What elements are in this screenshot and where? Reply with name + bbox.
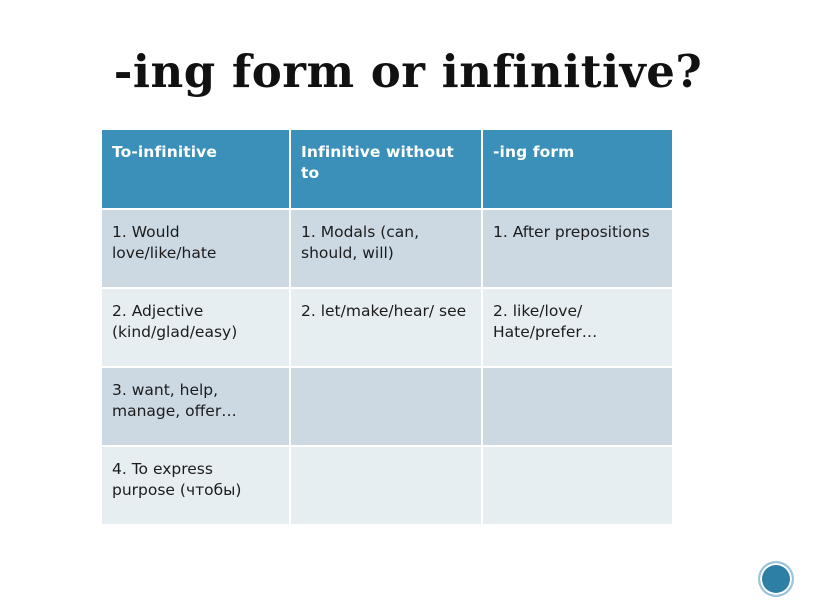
table-cell: 2. Adjective (kind/glad/easy) [102,289,291,368]
circle-button-inner [764,567,788,591]
table-row: 1. Would love/like/hate 1. Modals (can, … [102,210,672,289]
cell-text: 2. Adjective (kind/glad/easy) [112,302,238,341]
table-cell: 2. let/make/hear/ see [291,289,483,368]
cell-text: 4. To express purpose (чтобы) [112,460,242,499]
circle-button[interactable] [758,561,794,597]
table-header: To-infinitive Infinitive without to -ing… [102,130,672,210]
table-cell-empty [291,447,483,524]
cell-text: 2. let/make/hear/ see [301,302,467,320]
cell-text: 3. want, help, manage, offer… [112,381,237,420]
table-body: 1. Would love/like/hate 1. Modals (can, … [102,210,672,524]
table-cell-empty [291,368,483,447]
grammar-comparison-table: To-infinitive Infinitive without to -ing… [102,130,672,524]
table-header-row: To-infinitive Infinitive without to -ing… [102,130,672,210]
table-cell: 2. like/love/ Hate/prefer… [483,289,672,368]
page-title: -ing form or infinitive? [113,45,703,98]
table-cell: 1. After prepositions [483,210,672,289]
cell-text: 1. Would love/like/hate [112,223,217,262]
cell-text: 1. After prepositions [493,223,650,241]
table-cell-empty [483,368,672,447]
slide-canvas: -ing form or infinitive? To-infinitive I… [0,0,816,613]
column-header-infinitive-without-to: Infinitive without to [291,130,483,210]
column-header-to-infinitive: To-infinitive [102,130,291,210]
cell-text: 1. Modals (can, should, will) [301,223,420,262]
table-cell-empty [483,447,672,524]
table-cell: 1. Would love/like/hate [102,210,291,289]
table-cell: 1. Modals (can, should, will) [291,210,483,289]
table-row: 2. Adjective (kind/glad/easy) 2. let/mak… [102,289,672,368]
column-header-ing-form: -ing form [483,130,672,210]
table-cell: 3. want, help, manage, offer… [102,368,291,447]
table-cell: 4. To express purpose (чтобы) [102,447,291,524]
table-row: 3. want, help, manage, offer… [102,368,672,447]
table-row: 4. To express purpose (чтобы) [102,447,672,524]
cell-text: 2. like/love/ Hate/prefer… [493,302,598,341]
